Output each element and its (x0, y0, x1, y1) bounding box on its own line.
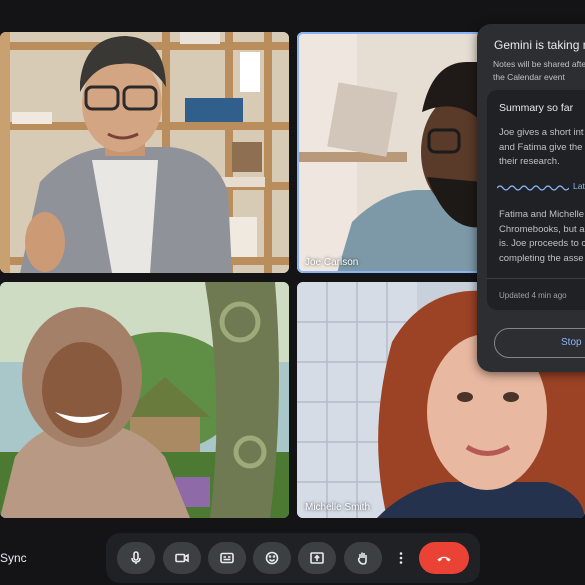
panel-subtitle-line-2: the Calendar event (493, 72, 565, 82)
stop-button-label: Stop (561, 337, 582, 348)
participant-name-4: Michelle Smith (305, 502, 371, 513)
microphone-button[interactable] (117, 542, 155, 574)
summary-card: Summary so far Joe gives a short int and… (487, 90, 585, 310)
latest-divider-wave-icon (497, 185, 569, 191)
summary-title: Summary so far (499, 102, 574, 114)
raise-hand-button[interactable] (344, 542, 382, 574)
captions-button[interactable] (208, 542, 246, 574)
call-controls-toolbar (106, 533, 480, 583)
panel-subtitle: Notes will be shared afte the Calendar e… (493, 58, 585, 84)
present-icon (310, 552, 324, 564)
participant-video-3 (0, 282, 289, 518)
updated-timestamp: Updated 4 min ago (499, 291, 567, 300)
panel-title: Gemini is taking n (494, 38, 585, 52)
phone-hangup-icon (437, 556, 451, 562)
hand-icon (357, 552, 367, 565)
participant-tile-1[interactable] (0, 32, 289, 273)
captions-icon (220, 552, 234, 564)
emoji-button[interactable] (253, 542, 291, 574)
participant-video-1 (0, 32, 289, 273)
latest-label: Lat (573, 181, 585, 191)
emoji-icon (265, 551, 279, 565)
summary-paragraph-1: Joe gives a short int and Fatima give th… (499, 127, 584, 167)
gemini-notes-panel: Gemini is taking n Notes will be shared … (477, 24, 585, 372)
stop-taking-notes-button[interactable]: Stop (494, 328, 585, 358)
participant-tile-2[interactable]: Joe Carlson (297, 32, 482, 273)
mic-icon (131, 551, 141, 564)
leave-call-button[interactable] (419, 542, 469, 574)
present-screen-button[interactable] (298, 542, 336, 574)
participant-tile-3[interactable] (0, 282, 289, 518)
participant-video-2 (297, 32, 482, 273)
meeting-title: Sync (0, 551, 27, 565)
summary-paragraph-2: Fatima and Michelle Chromebooks, but a i… (499, 209, 585, 264)
panel-subtitle-line-1: Notes will be shared afte (493, 59, 585, 69)
more-vert-icon (399, 552, 403, 564)
card-divider (487, 278, 585, 279)
more-options-button[interactable] (389, 542, 413, 574)
camera-icon (175, 553, 189, 563)
camera-button[interactable] (163, 542, 201, 574)
participant-name-2: Joe Carlson (305, 257, 359, 268)
